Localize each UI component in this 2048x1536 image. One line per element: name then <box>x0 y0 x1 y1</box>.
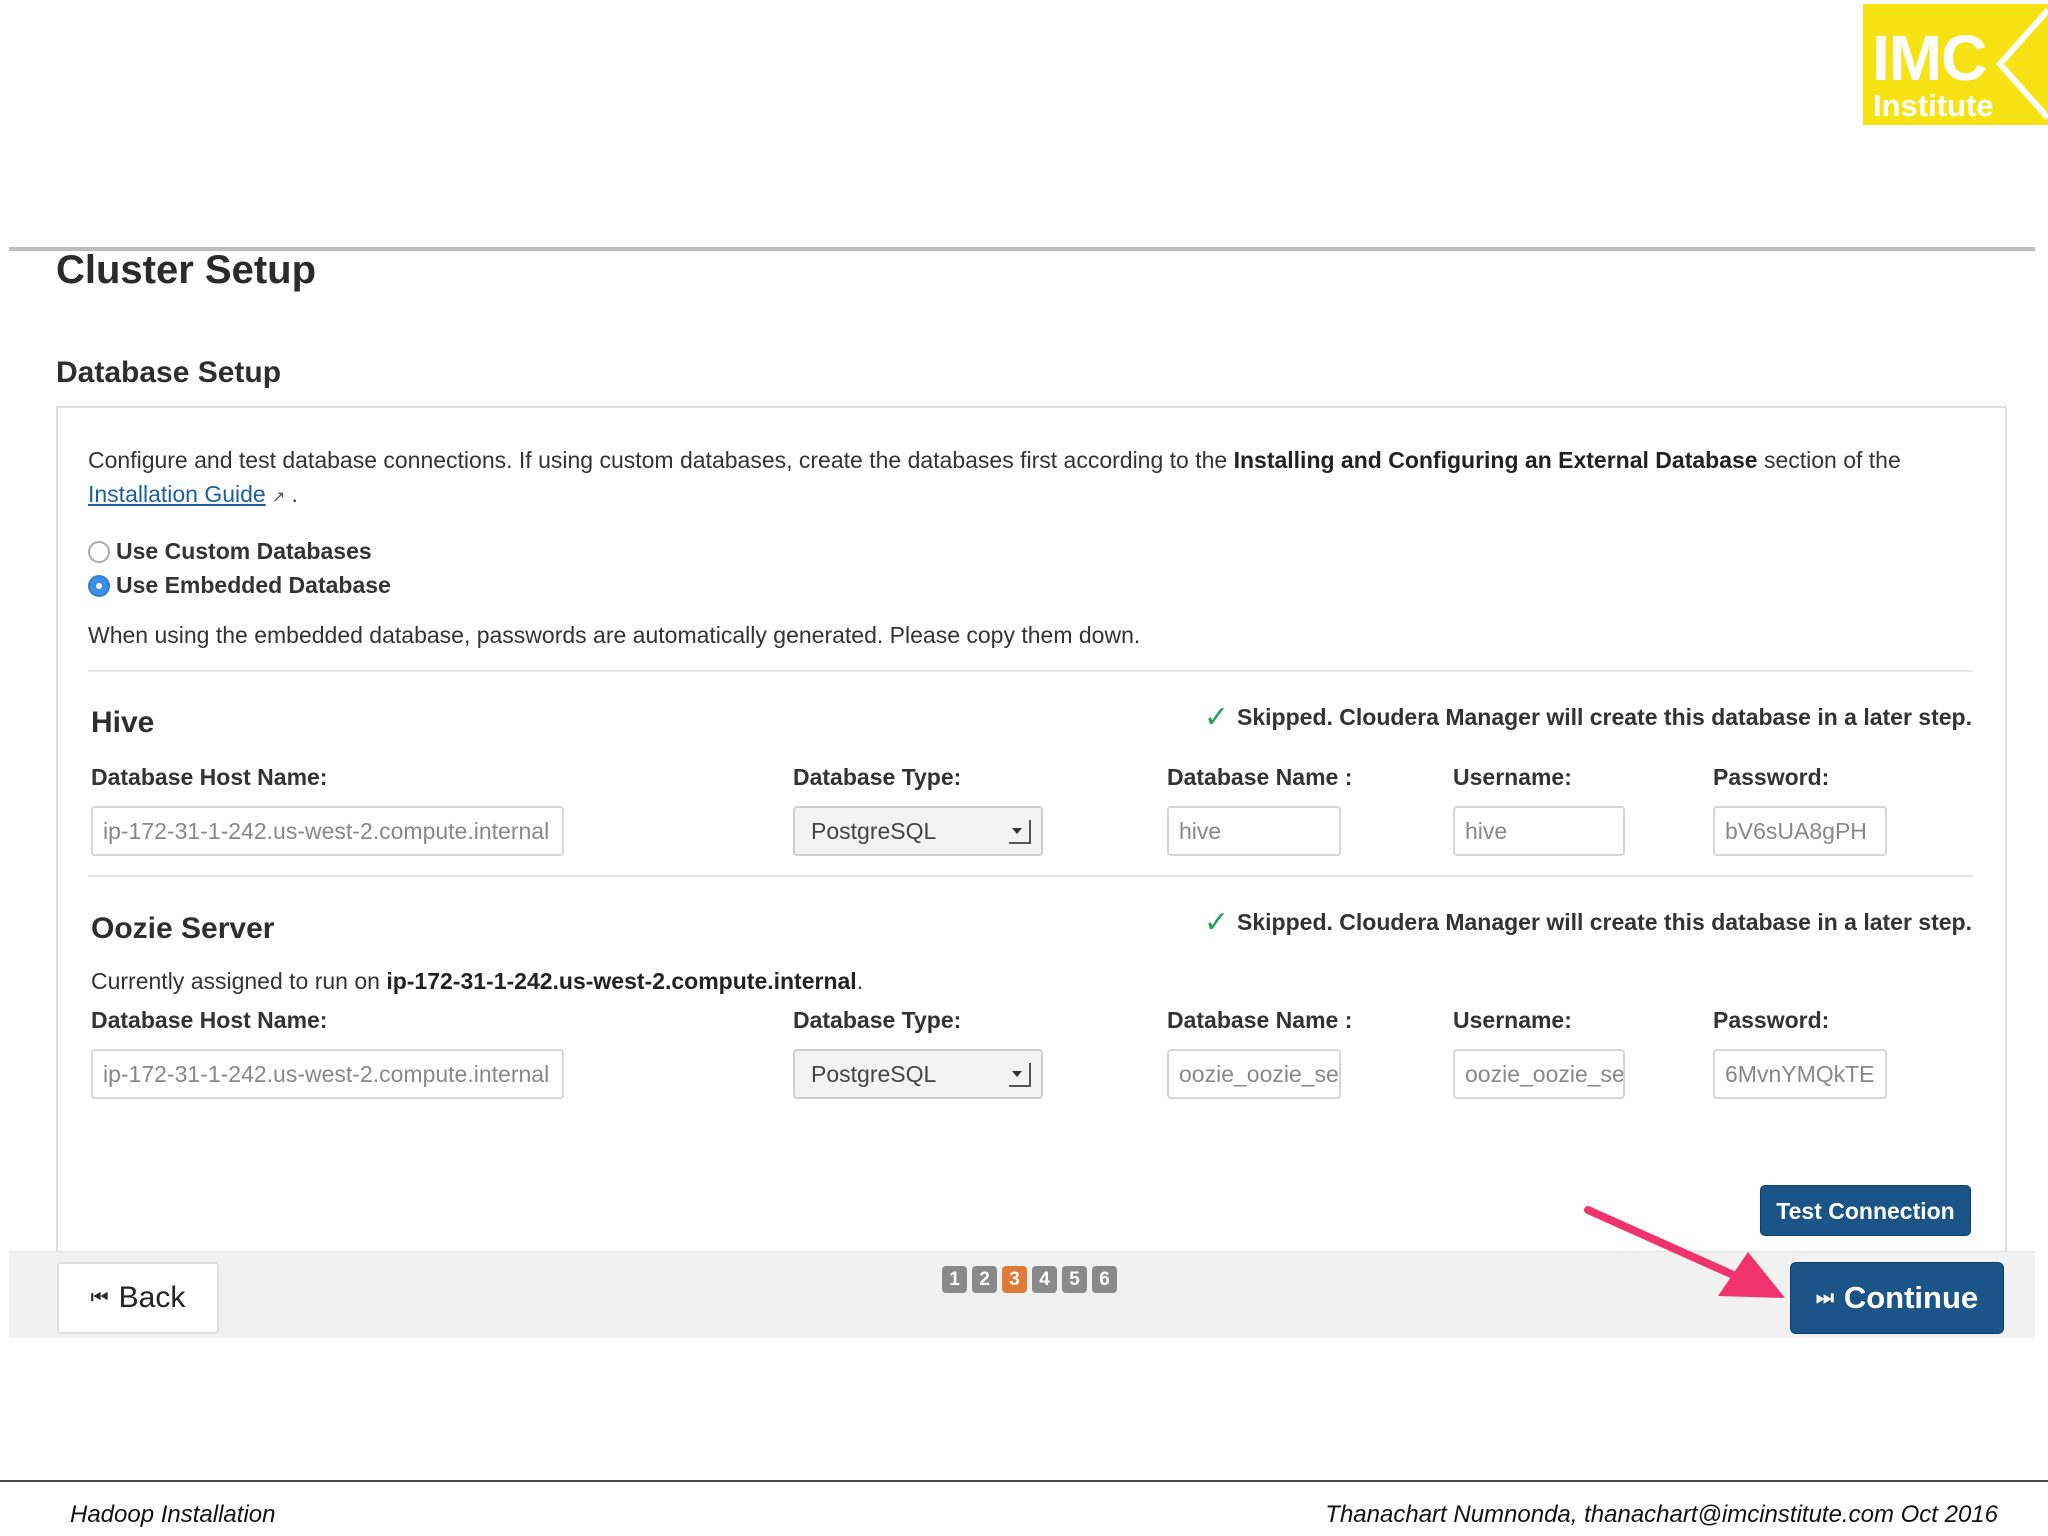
oozie-username-field[interactable]: oozie_oozie_server <box>1453 1049 1625 1099</box>
step-1[interactable]: 1 <box>942 1266 967 1293</box>
divider <box>88 670 1973 672</box>
step-2[interactable]: 2 <box>972 1266 997 1293</box>
oozie-host-label: Database Host Name: <box>91 1007 328 1033</box>
assigned-prefix: Currently assigned to run on <box>91 968 387 994</box>
intro-text-part1: Configure and test database connections.… <box>88 447 1234 473</box>
oozie-host-field[interactable]: ip-172-31-1-242.us-west-2.compute.intern… <box>91 1049 564 1099</box>
step-6[interactable]: 6 <box>1092 1266 1117 1293</box>
skipped-text: Skipped. Cloudera Manager will create th… <box>1237 704 1972 730</box>
logo-text: IMC <box>1872 22 1987 94</box>
assigned-suffix: . <box>856 968 864 994</box>
hive-skipped-status: ✓ Skipped. Cloudera Manager will create … <box>1204 700 1972 735</box>
embedded-db-note: When using the embedded database, passwo… <box>88 622 1141 648</box>
annotation-arrow-icon <box>1584 1206 1785 1298</box>
skipped-text: Skipped. Cloudera Manager will create th… <box>1237 909 1972 935</box>
continue-label: Continue <box>1843 1280 1979 1315</box>
slide-footer-rule <box>0 1480 2048 1482</box>
step-5[interactable]: 5 <box>1062 1266 1087 1293</box>
continue-button[interactable]: ⏭ Continue <box>1790 1262 2004 1334</box>
hive-dbname-label: Database Name : <box>1167 764 1353 790</box>
check-icon: ✓ <box>1203 701 1230 734</box>
step-forward-icon: ⏭ <box>1815 1286 1834 1309</box>
hive-host-label: Database Host Name: <box>91 764 328 790</box>
hive-password-label: Password: <box>1713 764 1830 790</box>
hive-type-label: Database Type: <box>793 764 962 790</box>
select-value: PostgreSQL <box>811 818 937 844</box>
slide-footer-author: Thanachart Numnonda, thanachart@imcinsti… <box>1325 1501 1998 1528</box>
hive-password-field[interactable]: bV6sUA8gPH <box>1713 806 1887 856</box>
radio-label: Use Custom Databases <box>116 538 372 564</box>
step-backward-icon: ⏮ <box>90 1286 109 1309</box>
hive-dbname-field[interactable]: hive <box>1167 806 1341 856</box>
oozie-assigned-text: Currently assigned to run on ip-172-31-1… <box>91 968 863 995</box>
hive-username-field[interactable]: hive <box>1453 806 1625 856</box>
oozie-dbname-field[interactable]: oozie_oozie_server <box>1167 1049 1341 1099</box>
oozie-type-select[interactable]: PostgreSQL <box>793 1049 1043 1099</box>
radio-button[interactable] <box>88 540 110 563</box>
hive-title: Hive <box>91 706 155 739</box>
step-3-active[interactable]: 3 <box>1002 1266 1027 1293</box>
hive-type-select[interactable]: PostgreSQL <box>793 806 1043 856</box>
radio-button-selected[interactable] <box>88 574 110 597</box>
oozie-type-label: Database Type: <box>793 1007 962 1033</box>
intro-bold-reference: Installing and Configuring an External D… <box>1233 447 1758 473</box>
step-4[interactable]: 4 <box>1032 1266 1057 1293</box>
oozie-username-label: Username: <box>1453 1007 1572 1033</box>
dropdown-arrow-icon[interactable] <box>1009 820 1031 844</box>
slide-footer-title: Hadoop Installation <box>70 1501 276 1528</box>
external-link-icon: ↗ <box>271 489 286 506</box>
assigned-host: ip-172-31-1-242.us-west-2.compute.intern… <box>386 968 857 994</box>
imc-institute-logo: IMC Institute <box>1863 4 2048 125</box>
logo-subtext: Institute <box>1873 88 1994 123</box>
installation-guide-link[interactable]: Installation Guide <box>88 481 266 507</box>
page-title: Cluster Setup <box>56 248 317 292</box>
section-title: Database Setup <box>56 356 282 389</box>
back-button[interactable]: ⏮ Back <box>57 1262 219 1334</box>
back-label: Back <box>118 1281 186 1314</box>
oozie-password-label: Password: <box>1713 1007 1830 1033</box>
radio-label: Use Embedded Database <box>116 572 391 598</box>
hive-host-field[interactable]: ip-172-31-1-242.us-west-2.compute.intern… <box>91 806 564 856</box>
check-icon: ✓ <box>1203 906 1230 939</box>
select-value: PostgreSQL <box>811 1061 937 1087</box>
intro-text-part2: section of the <box>1757 447 1901 473</box>
logo-chevron-icon <box>1995 8 2048 120</box>
test-connection-button[interactable]: Test Connection <box>1760 1185 1971 1236</box>
hive-username-label: Username: <box>1453 764 1572 790</box>
radio-use-custom-databases[interactable]: Use Custom Databases <box>88 538 372 565</box>
divider <box>88 875 1973 877</box>
oozie-dbname-label: Database Name : <box>1167 1007 1353 1033</box>
oozie-skipped-status: ✓ Skipped. Cloudera Manager will create … <box>1204 905 1972 940</box>
intro-text: Configure and test database connections.… <box>88 443 1988 515</box>
oozie-password-field[interactable]: 6MvnYMQkTE <box>1713 1049 1887 1099</box>
wizard-step-indicator: 1 2 3 4 5 6 <box>942 1266 1117 1293</box>
radio-use-embedded-database[interactable]: Use Embedded Database <box>88 572 391 599</box>
intro-period: . <box>291 481 298 507</box>
dropdown-arrow-icon[interactable] <box>1009 1063 1031 1087</box>
oozie-title: Oozie Server <box>91 912 275 945</box>
